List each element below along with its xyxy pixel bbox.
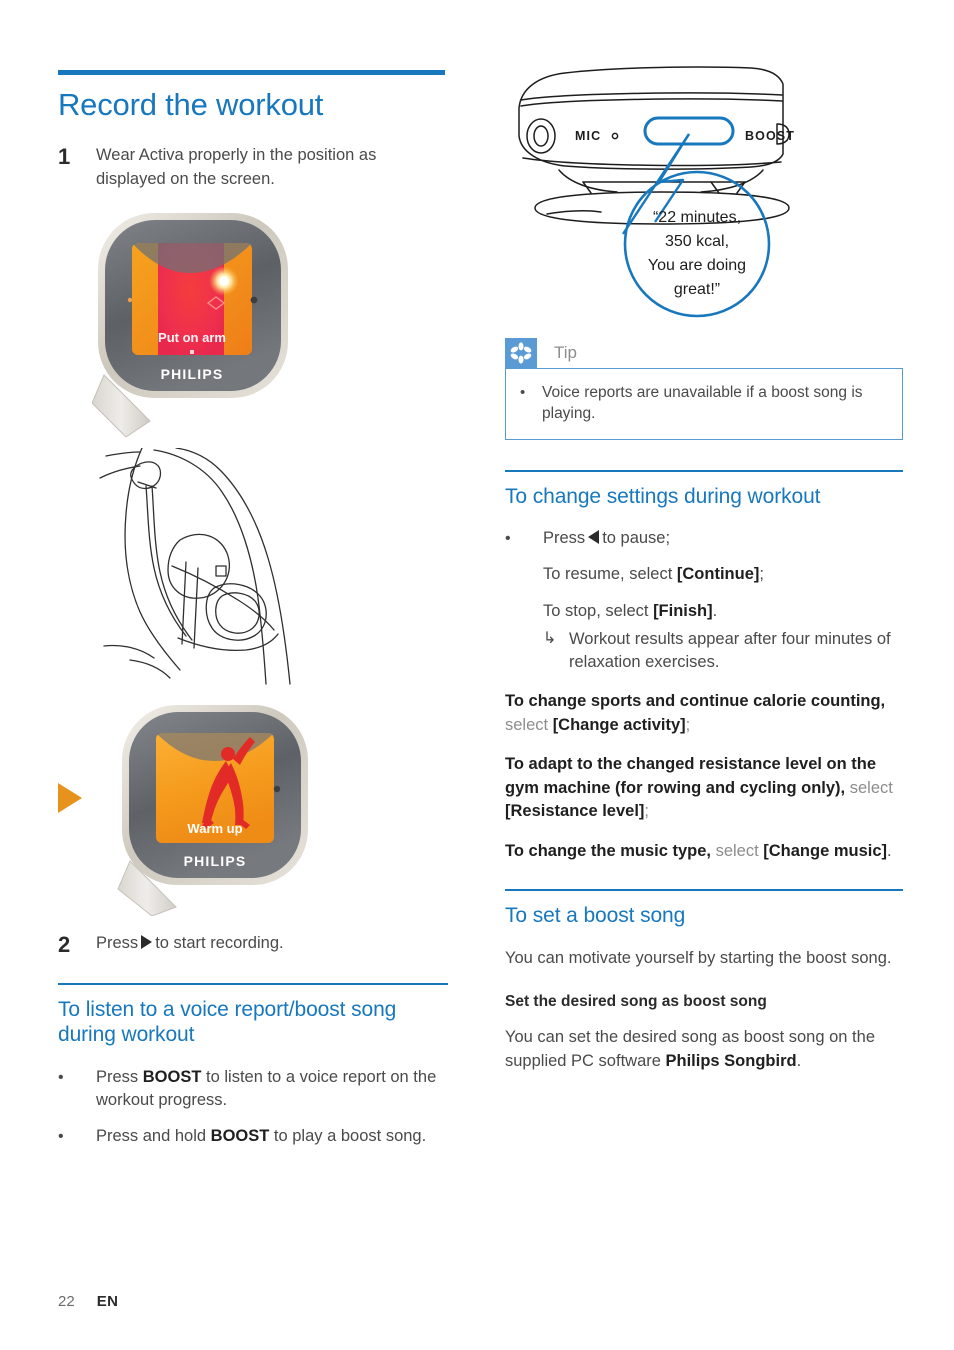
bullet-text-after: to play a boost song. — [269, 1126, 427, 1145]
tip-list-item: • Voice reports are unavailable if a boo… — [520, 382, 888, 425]
right-column: MIC BOOST “22 minutes, 350 kcal, You are… — [505, 62, 903, 1089]
finish-menu-item: [Finish] — [653, 602, 713, 621]
bullet-dot: • — [58, 1127, 64, 1145]
footer-page-number: 22 — [58, 1293, 75, 1310]
paragraph-end-punct: ; — [644, 802, 649, 821]
bullet-text-before: Press — [96, 1067, 143, 1086]
boost-keyword: BOOST — [210, 1126, 270, 1145]
boost-button-highlight — [643, 116, 735, 146]
tip-text: Voice reports are unavailable if a boost… — [542, 384, 863, 423]
tip-body: • Voice reports are unavailable if a boo… — [505, 368, 903, 440]
press-text-after: to pause; — [602, 529, 671, 548]
bullet-dot: • — [520, 384, 526, 401]
press-text-before: Press — [543, 529, 586, 548]
section-heading-voice-report: To listen to a voice report/boost song d… — [58, 997, 397, 1047]
boost-song-sub-heading: Set the desired song as boost song — [505, 993, 767, 1011]
resistance-lead: To adapt to the changed resistance level… — [505, 755, 877, 797]
device-warm-up-illustration: Warm up PHILIPS — [117, 704, 308, 917]
step-1: 1 Wear Activa properly in the position a… — [58, 144, 448, 191]
stop-text-after: . — [712, 602, 718, 621]
bullet-text: Press BOOST to listen to a voice report … — [96, 1066, 448, 1113]
bullet-dot: • — [505, 530, 511, 548]
tip-header: Tip — [505, 338, 903, 368]
change-music-lead: To change the music type, — [505, 841, 711, 860]
figure-armband-worn — [94, 447, 448, 691]
paragraph-change-music: To change the music type, select [Change… — [505, 840, 903, 863]
resume-instruction: To resume, select [Continue]; — [543, 563, 903, 586]
section-heading-change-settings: To change settings during workout — [505, 484, 821, 508]
stop-text-before: To stop, select — [543, 602, 654, 621]
step-2-text: Press to start recording. — [96, 932, 448, 955]
change-music-menu-item: [Change music] — [763, 841, 888, 860]
change-activity-menu-item: [Change activity] — [552, 715, 686, 734]
section-rule-boost-song — [505, 889, 903, 891]
pause-left-triangle-icon — [588, 530, 600, 545]
step-1-text: Wear Activa properly in the position as … — [96, 146, 377, 188]
figure-put-on-arm: Put on arm PHILIPS — [91, 207, 448, 442]
list-item: • Press BOOST to listen to a voice repor… — [58, 1066, 448, 1113]
device-screen-label: Put on arm — [158, 330, 226, 345]
bullet-text: Press to pause; — [543, 527, 903, 550]
device-screen-label: Warm up — [187, 821, 242, 836]
speech-bubble-line-1: “22 minutes, — [653, 209, 741, 226]
armband-worn-illustration — [99, 447, 291, 685]
device-brand-label: PHILIPS — [161, 366, 224, 382]
paragraph-end-punct: . — [887, 841, 892, 860]
left-column: Record the workout 1 Wear Activa properl… — [58, 70, 448, 1160]
result-text: Workout results appear after four minute… — [569, 629, 891, 672]
change-activity-lead: To change sports and continue calorie co… — [505, 692, 886, 711]
mic-label: MIC — [575, 129, 601, 143]
result-note: ↳ Workout results appear after four minu… — [543, 628, 903, 675]
resistance-level-menu-item: [Resistance level] — [505, 802, 645, 821]
resume-text-before: To resume, select — [543, 564, 677, 583]
figure-device-side-with-bubble: MIC BOOST “22 minutes, 350 kcal, You are… — [505, 62, 903, 322]
continue-menu-item: [Continue] — [676, 564, 760, 583]
select-word: select — [505, 715, 553, 734]
paragraph-change-activity: To change sports and continue calorie co… — [505, 690, 903, 737]
asterisk-icon — [505, 338, 537, 368]
bullet-dot: • — [58, 1068, 64, 1086]
page-footer: 22 EN — [58, 1293, 118, 1310]
boost-song-body-after: . — [796, 1051, 802, 1070]
section-rule-change-settings — [505, 469, 903, 472]
resume-text-after: ; — [759, 564, 764, 583]
device-put-on-arm-illustration: Put on arm PHILIPS — [91, 212, 288, 438]
device-side-view-illustration: MIC BOOST “22 minutes, 350 kcal, You are… — [518, 66, 795, 318]
result-arrow-icon: ↳ — [543, 629, 557, 647]
play-triangle-icon — [141, 934, 153, 949]
step-2-number: 2 — [58, 931, 71, 957]
philips-songbird-name: Philips Songbird — [665, 1051, 797, 1070]
list-item: • Press to pause; — [505, 527, 903, 550]
speech-bubble-line-4: great!” — [674, 281, 720, 298]
list-item: • Press and hold BOOST to play a boost s… — [58, 1125, 448, 1148]
page-title: Record the workout — [58, 87, 324, 122]
play-triangle-icon — [58, 782, 82, 813]
boost-song-body: You can set the desired song as boost so… — [505, 1026, 903, 1073]
footer-language: EN — [96, 1293, 119, 1310]
step-2: 2 Press to start recording. — [58, 932, 448, 959]
section-rule-voice-report — [58, 982, 448, 985]
speech-bubble-line-3: You are doing — [648, 257, 746, 274]
boost-keyword: BOOST — [142, 1067, 202, 1086]
speech-bubble-line-2: 350 kcal, — [665, 233, 729, 250]
step-2-text-after: to start recording. — [155, 933, 284, 952]
select-word: select — [710, 841, 764, 860]
manual-page: Record the workout 1 Wear Activa properl… — [0, 0, 954, 1350]
select-word: select — [845, 778, 893, 797]
paragraph-resistance-level: To adapt to the changed resistance level… — [505, 753, 903, 823]
boost-label: BOOST — [745, 129, 795, 143]
device-brand-label: PHILIPS — [184, 853, 247, 869]
tip-box: Tip • Voice reports are unavailable if a… — [505, 338, 903, 440]
paragraph-end-punct: ; — [685, 715, 691, 734]
section-heading-boost-song: To set a boost song — [505, 904, 686, 927]
boost-song-intro: You can motivate yourself by starting th… — [505, 948, 892, 967]
figure-warm-up: Warm up PHILIPS — [58, 701, 448, 917]
bullet-text-before: Press and hold — [96, 1126, 211, 1145]
step-1-number: 1 — [58, 144, 71, 170]
tip-label: Tip — [554, 343, 577, 362]
bullet-text: Press and hold BOOST to play a boost son… — [96, 1125, 448, 1148]
stop-instruction: To stop, select [Finish]. — [543, 600, 903, 623]
step-2-text-before: Press — [96, 933, 139, 952]
page-title-rule — [58, 70, 445, 75]
